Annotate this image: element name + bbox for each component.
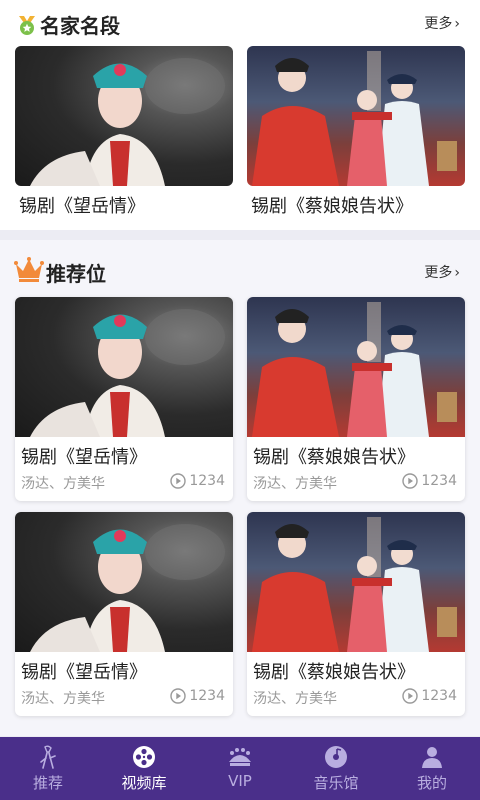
play-count-value: 1234 (421, 473, 457, 489)
play-icon (170, 688, 187, 704)
video-card[interactable]: 锡剧《望岳情》 汤达、方美华 1234 (15, 297, 233, 501)
opera-performers-image (252, 51, 457, 186)
video-title[interactable]: 锡剧《蔡娘娘告状》 (251, 192, 413, 218)
chevron-right-icon: › (454, 265, 460, 281)
video-title[interactable]: 锡剧《望岳情》 (19, 192, 145, 218)
play-count: 1234 (170, 688, 225, 704)
play-count: 1234 (170, 473, 225, 489)
section-title: 推荐位 (46, 262, 106, 286)
play-count-value: 1234 (189, 473, 225, 489)
chevron-right-icon: › (454, 16, 460, 32)
video-card[interactable]: 锡剧《望岳情》 汤达、方美华 1234 (15, 512, 233, 716)
opera-performers-image (252, 302, 457, 437)
recommend-header: 推荐位 更多 › (0, 250, 480, 296)
tab-vip[interactable]: VIP (192, 737, 288, 800)
video-thumbnail (15, 512, 233, 652)
music-disc-icon (325, 746, 347, 768)
opera-performer-image (30, 58, 225, 186)
video-title: 锡剧《望岳情》 (21, 447, 147, 468)
tab-recommend[interactable]: 推荐 (0, 737, 96, 800)
recommend-section: 推荐位 更多 › 锡剧《望岳情》 汤达、方美华 1234 锡剧《蔡娘娘告状》 汤… (0, 240, 480, 736)
opera-figure-icon (40, 745, 56, 769)
opera-performer-image (30, 524, 225, 652)
video-card[interactable]: 锡剧《蔡娘娘告状》 汤达、方美华 1234 (247, 297, 465, 501)
video-card[interactable]: 锡剧《蔡娘娘告状》 汤达、方美华 1234 (247, 512, 465, 716)
tab-label: 推荐 (32, 774, 63, 792)
play-count: 1234 (402, 473, 457, 489)
video-thumbnail (247, 297, 465, 437)
bottom-tab-bar: 推荐 视频库 VIP 音乐馆 我的 (0, 737, 480, 800)
play-icon (402, 688, 419, 704)
more-label: 更多 (424, 265, 453, 281)
crown-icon (14, 257, 44, 282)
video-thumbnail[interactable] (247, 46, 465, 186)
person-icon (422, 747, 442, 768)
more-link[interactable]: 更多 › (424, 262, 460, 282)
play-icon (170, 473, 187, 489)
video-title: 锡剧《蔡娘娘告状》 (253, 447, 415, 468)
tab-label: 视频库 (121, 774, 167, 792)
video-thumbnail (247, 512, 465, 652)
play-count: 1234 (402, 688, 457, 704)
opera-performer-image (30, 309, 225, 437)
tab-mine[interactable]: 我的 (384, 737, 480, 800)
video-thumbnail[interactable] (15, 46, 233, 186)
famous-header: 名家名段 更多 › (0, 0, 480, 46)
play-count-value: 1234 (189, 688, 225, 704)
tab-label: 我的 (416, 774, 447, 792)
video-author: 汤达、方美华 (21, 476, 105, 492)
film-reel-icon (133, 746, 155, 768)
video-author: 汤达、方美华 (253, 691, 337, 707)
play-count-value: 1234 (421, 688, 457, 704)
more-link[interactable]: 更多 › (424, 13, 460, 33)
video-author: 汤达、方美华 (21, 691, 105, 707)
video-thumbnail (15, 297, 233, 437)
tab-label: 音乐馆 (313, 774, 359, 792)
video-author: 汤达、方美华 (253, 476, 337, 492)
section-title: 名家名段 (40, 14, 120, 38)
opera-performers-image (252, 517, 457, 652)
tab-music-hall[interactable]: 音乐馆 (288, 737, 384, 800)
more-label: 更多 (424, 16, 453, 32)
famous-section: 名家名段 更多 › 锡剧《望岳情》 锡剧《蔡娘娘告状》 (0, 0, 480, 230)
tab-video-library[interactable]: 视频库 (96, 737, 192, 800)
tab-label: VIP (228, 772, 252, 790)
crown-icon (229, 748, 251, 766)
video-title: 锡剧《蔡娘娘告状》 (253, 662, 415, 683)
play-icon (402, 473, 419, 489)
video-title: 锡剧《望岳情》 (21, 662, 147, 683)
medal-icon (19, 16, 35, 35)
